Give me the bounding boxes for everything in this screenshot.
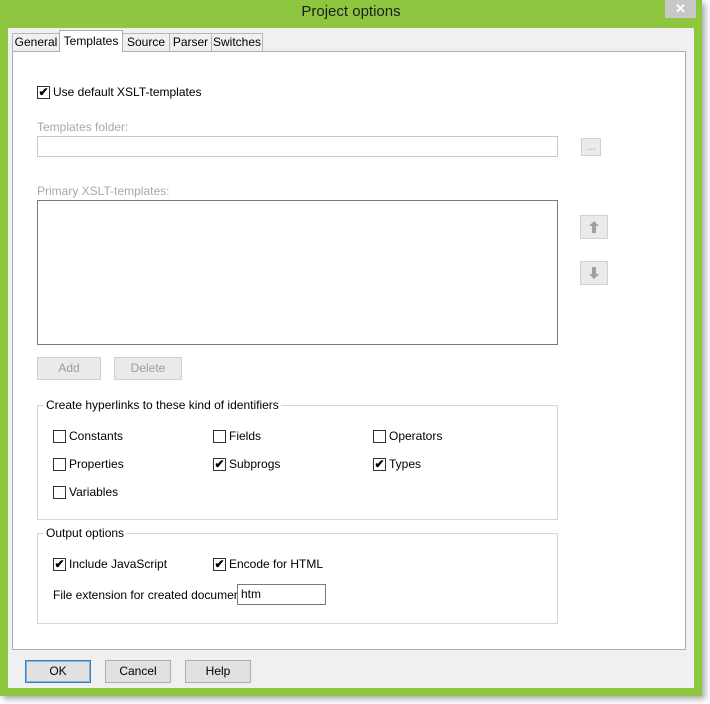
use-default-label: Use default XSLT-templates [53, 85, 202, 99]
delete-template-button[interactable]: Delete [114, 357, 182, 380]
subprogs-checkbox[interactable]: ✔ [213, 458, 226, 471]
browse-folder-button[interactable]: ... [581, 138, 601, 156]
operators-checkbox[interactable] [373, 430, 386, 443]
window-title: Project options [301, 3, 401, 20]
dialog-client: General Templates Source Parser Switches… [8, 28, 694, 688]
templates-folder-input[interactable] [37, 136, 558, 157]
primary-templates-list[interactable] [37, 200, 558, 345]
variables-label: Variables [69, 485, 119, 499]
subprogs-label: Subprogs [229, 457, 281, 471]
tab-parser[interactable]: Parser [169, 33, 212, 51]
fields-label: Fields [229, 429, 262, 443]
file-extension-input[interactable]: htm [237, 584, 326, 605]
dialog-window: Project options ✕ General Templates Sour… [0, 0, 702, 696]
include-javascript-label: Include JavaScript [69, 557, 168, 571]
types-checkbox[interactable]: ✔ [373, 458, 386, 471]
tab-templates[interactable]: Templates [59, 30, 123, 52]
hyperlinks-group: Create hyperlinks to these kind of ident… [37, 398, 558, 520]
help-button[interactable]: Help [185, 660, 251, 683]
tab-source[interactable]: Source [122, 33, 170, 51]
use-default-checkbox[interactable]: ✔ [37, 86, 50, 99]
title-bar[interactable]: Project options ✕ [0, 0, 702, 26]
operators-label: Operators [389, 429, 443, 443]
templates-panel: ✔ Use default XSLT-templates Templates f… [12, 51, 686, 650]
encode-html-checkbox[interactable]: ✔ [213, 558, 226, 571]
fields-checkbox[interactable] [213, 430, 226, 443]
templates-folder-label: Templates folder: [37, 120, 129, 134]
ok-button[interactable]: OK [25, 660, 91, 683]
arrow-up-icon [589, 221, 599, 233]
primary-templates-label: Primary XSLT-templates: [37, 184, 170, 198]
file-extension-label: File extension for created documents: [53, 588, 254, 602]
output-options-title: Output options [44, 526, 127, 540]
hyperlinks-group-title: Create hyperlinks to these kind of ident… [44, 398, 281, 412]
include-javascript-checkbox[interactable]: ✔ [53, 558, 66, 571]
move-down-button[interactable] [580, 261, 608, 285]
properties-checkbox[interactable] [53, 458, 66, 471]
cancel-button[interactable]: Cancel [105, 660, 171, 683]
tab-switches[interactable]: Switches [211, 33, 263, 51]
properties-label: Properties [69, 457, 124, 471]
types-label: Types [389, 457, 422, 471]
add-template-button[interactable]: Add [37, 357, 101, 380]
encode-html-label: Encode for HTML [229, 557, 324, 571]
constants-checkbox[interactable] [53, 430, 66, 443]
output-options-group: Output options ✔ Include JavaScript ✔ En… [37, 526, 558, 624]
arrow-down-icon [589, 267, 599, 279]
close-button[interactable]: ✕ [665, 0, 696, 18]
tab-general[interactable]: General [12, 33, 60, 51]
move-up-button[interactable] [580, 215, 608, 239]
variables-checkbox[interactable] [53, 486, 66, 499]
constants-label: Constants [69, 429, 124, 443]
